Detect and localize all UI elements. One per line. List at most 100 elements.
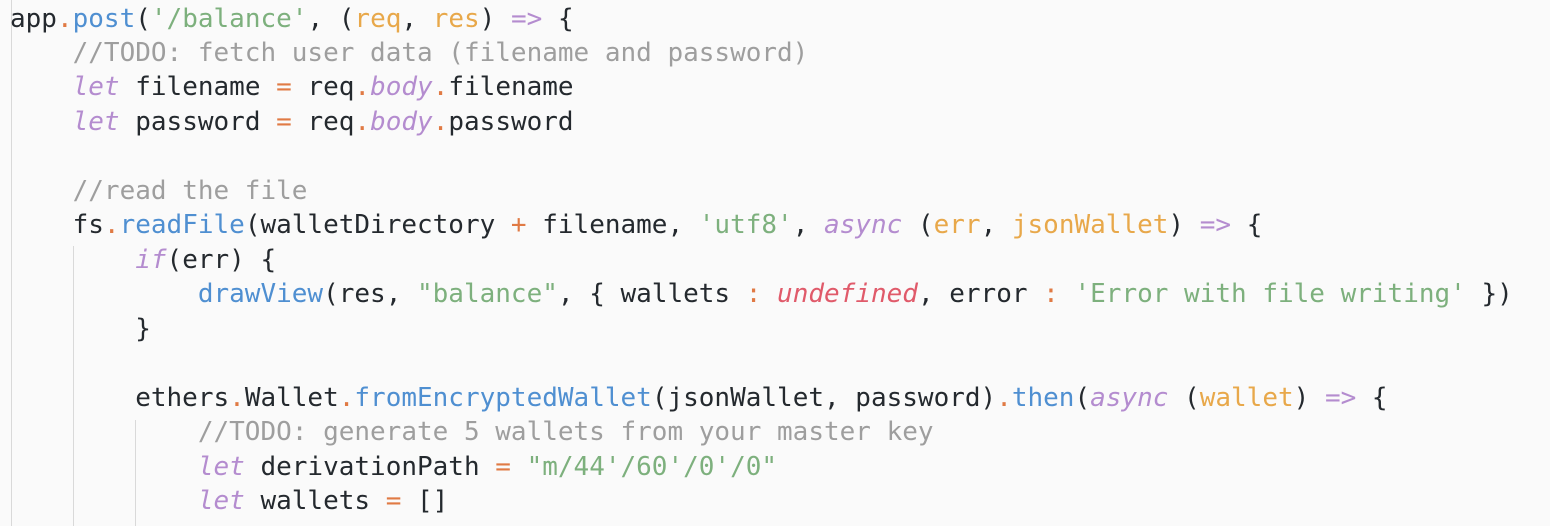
code-token-punct: (res, xyxy=(323,279,417,309)
code-line[interactable]: let password = req.body.password xyxy=(10,105,574,139)
code-token-string: '/balance' xyxy=(150,4,308,34)
code-token-operator: = xyxy=(495,452,511,482)
code-token-punct: wallets xyxy=(244,486,386,516)
code-line[interactable]: } xyxy=(10,312,151,346)
code-token-punct xyxy=(511,452,527,482)
code-line[interactable]: fs.readFile(walletDirectory + filename, … xyxy=(10,208,1263,242)
code-token-operator: . xyxy=(103,210,120,240)
code-token-punct xyxy=(10,107,73,137)
code-token-keyword: => xyxy=(1324,383,1357,413)
code-token-punct: }) xyxy=(1465,279,1513,309)
code-line[interactable]: //TODO: generate 5 wallets from your mas… xyxy=(10,415,934,449)
code-line[interactable]: ethers.Wallet.fromEncryptedWallet(jsonWa… xyxy=(10,381,1388,415)
code-token-punct: app xyxy=(10,4,57,34)
code-token-operator: . xyxy=(56,4,73,34)
code-token-param: wallet xyxy=(1199,383,1294,413)
code-token-punct xyxy=(10,176,73,206)
code-token-punct: fs xyxy=(10,210,104,240)
code-token-operator: . xyxy=(338,383,355,413)
code-token-operator: + xyxy=(510,210,527,240)
code-token-punct: ( xyxy=(1168,383,1200,413)
code-token-punct: req xyxy=(291,72,355,102)
code-token-keyword: async xyxy=(824,210,903,240)
code-token-operator: . xyxy=(432,72,449,102)
code-token-punct: } xyxy=(10,314,151,344)
code-token-punct: , xyxy=(307,4,339,34)
code-token-punct xyxy=(10,245,135,275)
code-token-punct xyxy=(10,417,198,447)
code-token-punct: filename, xyxy=(526,210,699,240)
code-token-punct: password xyxy=(448,107,574,137)
code-token-punct xyxy=(10,72,73,102)
code-token-punct: [] xyxy=(401,486,449,516)
code-line[interactable]: let derivationPath = "m/44'/60'/0'/0" xyxy=(10,450,777,484)
code-token-prop: body xyxy=(370,72,433,102)
code-token-operator: . xyxy=(432,107,449,137)
code-token-punct: ( xyxy=(135,4,151,34)
code-token-punct: Wallet xyxy=(244,383,339,413)
code-line[interactable]: let wallets = [] xyxy=(10,484,448,518)
code-token-punct: filename xyxy=(448,72,574,102)
code-token-punct: ) xyxy=(1168,210,1200,240)
code-line[interactable]: drawView(res, "balance", { wallets : und… xyxy=(10,277,1513,311)
code-token-function: post xyxy=(72,4,136,34)
code-token-param: jsonWallet xyxy=(1011,210,1169,240)
code-token-undefined: undefined xyxy=(777,279,918,309)
code-token-string: "m/44'/60'/0'/0" xyxy=(526,452,778,482)
code-token-punct: filename xyxy=(119,72,277,102)
code-token-punct xyxy=(10,452,198,482)
code-token-string: "balance" xyxy=(417,279,558,309)
code-token-keyword: => xyxy=(1199,210,1232,240)
code-token-keyword: if xyxy=(135,245,167,275)
code-token-punct: ( xyxy=(902,210,934,240)
code-token-operator: = xyxy=(276,72,292,102)
code-line[interactable]: app.post('/balance', (req, res) => { xyxy=(10,2,574,36)
code-token-operator: = xyxy=(276,107,292,137)
code-token-punct: ( xyxy=(338,4,355,34)
code-token-keyword: let xyxy=(72,107,120,137)
code-token-punct: , { wallets xyxy=(557,279,746,309)
code-token-punct: ) xyxy=(1293,383,1325,413)
code-token-operator: . xyxy=(229,383,245,413)
code-token-punct: { xyxy=(542,4,574,34)
code-token-punct: , xyxy=(401,4,433,34)
code-token-punct: , xyxy=(792,210,824,240)
code-token-keyword: let xyxy=(197,452,245,482)
code-token-operator: : xyxy=(1043,279,1059,309)
code-token-punct: req xyxy=(291,107,355,137)
code-token-punct: ) xyxy=(479,4,511,34)
code-token-operator: : xyxy=(745,279,762,309)
code-line[interactable]: if(err) { xyxy=(10,243,276,277)
code-line[interactable]: let filename = req.body.filename xyxy=(10,70,574,104)
code-token-operator: = xyxy=(385,486,402,516)
code-token-comment: //TODO: generate 5 wallets from your mas… xyxy=(197,417,934,447)
code-token-operator: . xyxy=(996,383,1012,413)
code-token-comment: //read the file xyxy=(72,176,308,206)
code-token-keyword: let xyxy=(72,72,120,102)
code-line[interactable]: //read the file xyxy=(10,174,308,208)
code-token-function: drawView xyxy=(197,279,324,309)
code-token-punct: password xyxy=(119,107,277,137)
code-token-function: fromEncryptedWallet xyxy=(354,383,652,413)
code-token-punct xyxy=(10,486,198,516)
code-line[interactable]: //TODO: fetch user data (filename and pa… xyxy=(10,36,809,70)
code-token-punct: ( xyxy=(1074,383,1091,413)
code-token-punct xyxy=(10,279,198,309)
code-token-keyword: async xyxy=(1090,383,1169,413)
code-token-function: readFile xyxy=(119,210,245,240)
code-token-keyword: let xyxy=(197,486,245,516)
code-editor[interactable]: app.post('/balance', (req, res) => { //T… xyxy=(0,0,1550,526)
code-token-punct: { xyxy=(1356,383,1388,413)
code-token-punct: ethers xyxy=(10,383,230,413)
code-token-punct: , error xyxy=(917,279,1044,309)
code-token-punct: (walletDirectory xyxy=(244,210,511,240)
code-token-punct: (err) { xyxy=(166,245,277,275)
code-token-operator: . xyxy=(354,72,371,102)
code-token-punct xyxy=(1059,279,1075,309)
code-token-prop: body xyxy=(370,107,433,137)
code-token-param: req xyxy=(354,4,402,34)
code-token-punct xyxy=(761,279,777,309)
code-token-punct: (jsonWallet, password) xyxy=(651,383,997,413)
code-token-punct: { xyxy=(1231,210,1263,240)
code-token-string: 'utf8' xyxy=(698,210,793,240)
